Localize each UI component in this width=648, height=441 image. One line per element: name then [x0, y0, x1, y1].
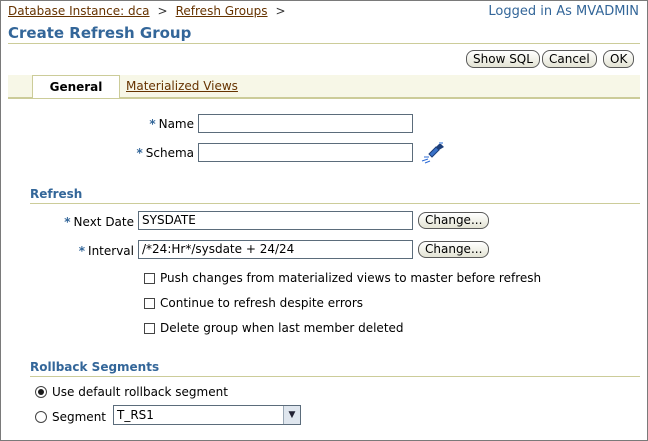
segment-select[interactable]: T_RS1 ▼ [113, 405, 301, 425]
continue-refresh-label: Continue to refresh despite errors [160, 296, 364, 310]
next-date-label: * Next Date [64, 215, 134, 229]
refresh-heading: Refresh [30, 187, 83, 201]
schema-label: * Schema [136, 146, 194, 160]
flashlight-icon[interactable] [420, 140, 446, 164]
delete-group-label: Delete group when last member deleted [160, 321, 404, 335]
rollback-heading: Rollback Segments [30, 360, 160, 374]
delete-group-checkbox[interactable] [144, 323, 155, 334]
segment-select-value: T_RS1 [117, 408, 154, 422]
chevron-down-icon[interactable]: ▼ [283, 406, 300, 424]
next-date-field[interactable]: SYSDATE [138, 211, 413, 230]
breadcrumb-refresh-groups[interactable]: Refresh Groups [176, 4, 268, 18]
breadcrumb-separator: > [157, 4, 168, 18]
push-changes-label: Push changes from materialized views to … [160, 271, 542, 285]
page-title: Create Refresh Group [8, 24, 192, 42]
required-marker: * [64, 215, 71, 229]
continue-refresh-checkbox[interactable] [144, 298, 155, 309]
show-sql-button[interactable]: Show SQL [466, 50, 540, 68]
default-rollback-label: Use default rollback segment [52, 385, 228, 399]
refresh-divider [30, 203, 640, 204]
rollback-divider [30, 376, 640, 377]
interval-label: * Interval [78, 244, 134, 258]
title-divider [8, 43, 640, 44]
segment-label: Segment [52, 410, 106, 424]
required-marker: * [136, 146, 143, 160]
interval-field[interactable]: /*24:Hr*/sysdate + 24/24 [138, 240, 413, 259]
breadcrumb: Database Instance: dca > Refresh Groups > [8, 4, 294, 18]
segment-radio[interactable] [35, 411, 47, 423]
push-changes-checkbox[interactable] [144, 273, 155, 284]
name-field[interactable] [198, 114, 413, 133]
name-label: * Name [149, 117, 194, 131]
schema-field[interactable] [198, 143, 413, 162]
breadcrumb-database-instance[interactable]: Database Instance: dca [8, 4, 150, 18]
next-date-change-button[interactable]: Change... [418, 212, 490, 229]
cancel-button[interactable]: Cancel [542, 50, 597, 68]
required-marker: * [78, 244, 86, 258]
tab-general[interactable]: General [32, 75, 120, 98]
tab-materialized-views[interactable]: Materialized Views [126, 75, 238, 97]
interval-change-button[interactable]: Change... [418, 241, 490, 258]
default-rollback-radio[interactable] [35, 386, 47, 398]
ok-button[interactable]: OK [603, 50, 635, 68]
tab-bar: General Materialized Views [8, 75, 640, 99]
breadcrumb-separator: > [275, 4, 286, 18]
required-marker: * [149, 117, 156, 131]
login-status: Logged in As MVADMIN [488, 4, 639, 19]
